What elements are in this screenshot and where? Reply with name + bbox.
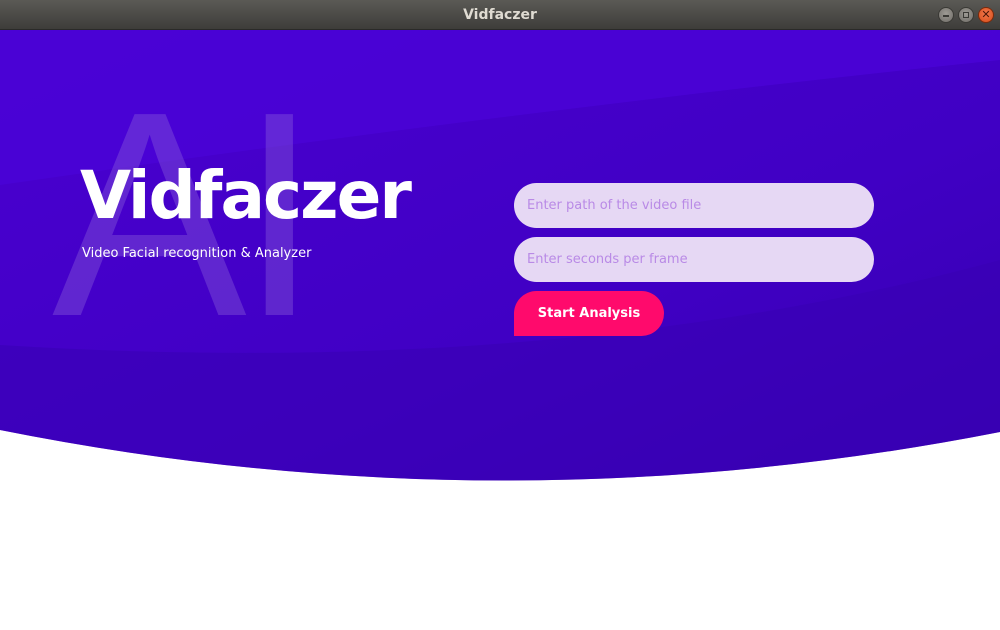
title-bar[interactable]: Vidfaczer ✕ — [0, 0, 1000, 30]
start-analysis-button[interactable]: Start Analysis — [514, 291, 664, 336]
video-path-input[interactable] — [514, 183, 874, 228]
app-subtitle: Video Facial recognition & Analyzer — [82, 246, 312, 261]
app-title: Vidfaczer — [80, 157, 412, 234]
minimize-icon — [943, 15, 949, 17]
app-window: Vidfaczer ✕ AI Vidfaczer Video Facial re… — [0, 0, 1000, 630]
close-button[interactable]: ✕ — [978, 7, 994, 23]
maximize-button[interactable] — [958, 7, 974, 23]
hero-section: AI Vidfaczer Video Facial recognition & … — [0, 30, 1000, 630]
close-icon: ✕ — [981, 8, 991, 21]
seconds-per-frame-input[interactable] — [514, 237, 874, 282]
minimize-button[interactable] — [938, 7, 954, 23]
window-title: Vidfaczer — [463, 7, 537, 23]
maximize-icon — [963, 12, 969, 18]
hero-background — [0, 30, 1000, 481]
